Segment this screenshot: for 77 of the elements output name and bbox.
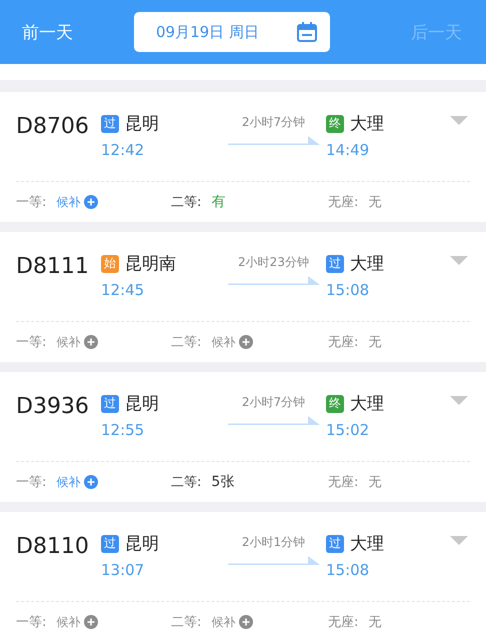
- seat-class: 二等:: [171, 474, 202, 491]
- seat-class: 二等:: [171, 194, 202, 211]
- train-card[interactable]: D8110 过 昆明 13:07 2小时1分钟 过 大理 15:08 一等: 候补 二等: 候补 无座: 无: [0, 512, 486, 640]
- waitlist-button[interactable]: 候补: [56, 474, 98, 490]
- departure-time: 12:45: [101, 281, 146, 299]
- station-name: 昆明南: [125, 253, 176, 275]
- station-name: 昆明: [125, 393, 159, 415]
- arrival-time: 15:08: [326, 561, 370, 579]
- station-name: 大理: [350, 393, 384, 415]
- duration: 2小时23分钟: [238, 254, 309, 271]
- plus-icon: [84, 335, 98, 349]
- duration: 2小时7分钟: [242, 114, 306, 131]
- seat-availability: 有: [211, 193, 226, 211]
- station-badge: 过: [326, 254, 344, 272]
- waitlist-button[interactable]: 候补: [211, 614, 254, 630]
- train-number: D8110: [16, 534, 90, 559]
- date-selector[interactable]: 09月19日 周日: [134, 12, 330, 52]
- dropdown-icon[interactable]: [450, 256, 468, 266]
- station-name: 昆明: [125, 113, 159, 135]
- station-badge: 过: [101, 114, 119, 132]
- seat-class: 二等:: [171, 334, 202, 351]
- arrow-icon: [228, 415, 320, 427]
- plus-icon: [84, 615, 98, 629]
- arrow-icon: [228, 135, 320, 147]
- station-name: 昆明: [125, 533, 159, 555]
- seat-class: 一等:: [16, 474, 46, 491]
- departure-time: 12:42: [101, 141, 146, 159]
- plus-icon: [239, 335, 254, 349]
- duration: 2小时7分钟: [242, 394, 306, 411]
- station-badge: 过: [101, 394, 119, 412]
- seat-class: 无座:: [328, 614, 358, 631]
- dropdown-icon[interactable]: [450, 396, 468, 406]
- dropdown-icon[interactable]: [450, 536, 468, 546]
- calendar-icon: [296, 21, 318, 43]
- plus-icon: [84, 195, 98, 209]
- arrow-icon: [228, 275, 320, 287]
- station-badge: 终: [326, 394, 344, 412]
- plus-icon: [239, 615, 254, 629]
- seat-count: 5张: [211, 473, 234, 491]
- waitlist-button[interactable]: 候补: [56, 614, 98, 630]
- seat-class: 一等:: [16, 334, 46, 351]
- plus-icon: [84, 475, 98, 489]
- station-name: 大理: [350, 533, 384, 555]
- station-name: 大理: [350, 253, 384, 275]
- seat-class: 无座:: [328, 334, 358, 351]
- seat-class: 无座:: [328, 194, 358, 211]
- dropdown-icon[interactable]: [450, 116, 468, 126]
- seat-availability: 无: [368, 334, 382, 351]
- arrival-time: 14:49: [326, 141, 370, 159]
- previous-day-button[interactable]: 前一天: [22, 16, 73, 48]
- seat-availability: 无: [368, 194, 382, 211]
- duration: 2小时1分钟: [242, 534, 306, 551]
- station-badge: 过: [326, 534, 344, 552]
- seat-class: 一等:: [16, 194, 46, 211]
- seat-class: 一等:: [16, 614, 46, 631]
- train-card[interactable]: D3936 过 昆明 12:55 2小时7分钟 终 大理 15:02 一等: 候补 二等: 5张 无座: 无: [0, 372, 486, 502]
- waitlist-button[interactable]: 候补: [56, 194, 98, 210]
- train-number: D3936: [16, 394, 90, 419]
- train-card[interactable]: D8706 过 昆明 12:42 2小时7分钟 终 大理 14:49 一等: 候补 二等: 有 无座: 无: [0, 92, 486, 222]
- seat-availability: 无: [368, 474, 382, 491]
- station-badge: 始: [101, 254, 119, 272]
- departure-time: 13:07: [101, 561, 146, 579]
- seat-class: 二等:: [171, 614, 202, 631]
- train-number: D8111: [16, 254, 90, 279]
- station-badge: 终: [326, 114, 344, 132]
- seat-availability: 无: [368, 614, 382, 631]
- arrival-time: 15:02: [326, 421, 370, 439]
- seat-class: 无座:: [328, 474, 358, 491]
- station-badge: 过: [101, 534, 119, 552]
- departure-time: 12:55: [101, 421, 146, 439]
- arrow-icon: [228, 555, 320, 567]
- waitlist-button[interactable]: 候补: [56, 334, 98, 350]
- train-number: D8706: [16, 114, 90, 139]
- waitlist-button[interactable]: 候补: [211, 334, 254, 350]
- train-card[interactable]: D8111 始 昆明南 12:45 2小时23分钟 过 大理 15:08 一等: 候补 二等: 候补 无座: 无: [0, 232, 486, 362]
- arrival-time: 15:08: [326, 281, 370, 299]
- station-name: 大理: [350, 113, 384, 135]
